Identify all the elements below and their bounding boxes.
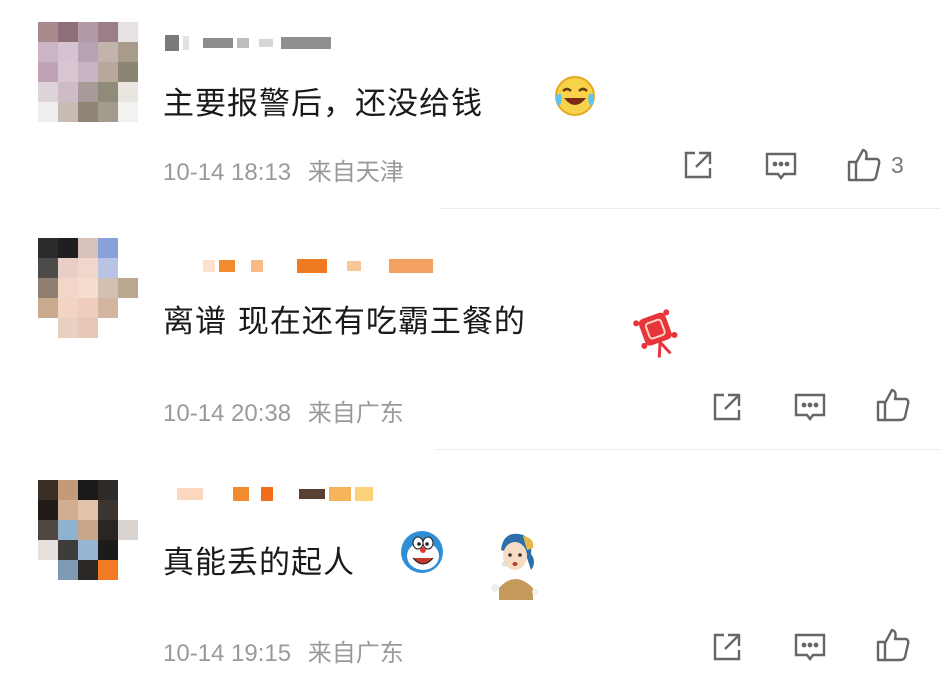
comment-text: 主要报警后，还没给钱 [163,86,483,122]
share-button[interactable] [710,630,744,664]
divider [440,208,940,209]
timestamp: 10-14 20:38 [163,400,292,427]
comment-meta: 10-14 20:38 来自广东 [163,393,404,428]
reply-button[interactable] [792,629,828,665]
comment-icon [765,152,797,180]
reply-button[interactable] [763,148,799,184]
thumbs-up-icon [876,628,910,662]
divider [435,449,940,450]
comment-text: 离谱 现在还有吃霸王餐的 [163,304,526,340]
avatar[interactable] [38,238,138,338]
username[interactable] [165,30,335,56]
comment-icon [794,633,826,661]
thumbs-up-icon [847,148,881,182]
avatar[interactable] [38,22,138,122]
like-button[interactable]: 3 [845,146,904,184]
location: 来自广东 [307,640,404,667]
username[interactable] [165,253,437,279]
comment-item: 主要报警后，还没给钱 10-14 18:13 来自天津 3 [0,0,940,210]
avatar[interactable] [38,480,138,580]
doraemon-emoji [398,528,446,580]
share-icon [684,151,712,179]
location: 来自广东 [307,400,404,427]
comment-icon [794,393,826,421]
comment-meta: 10-14 18:13 来自天津 [163,152,404,187]
laugh-cry-emoji [553,74,597,122]
share-button[interactable] [710,390,744,424]
red-lucky-knot-emoji [628,305,688,365]
username[interactable] [165,481,377,507]
reply-button[interactable] [792,389,828,425]
like-button[interactable] [874,626,920,664]
timestamp: 10-14 18:13 [163,159,292,186]
comment-text: 真能丢的起人 [163,545,355,581]
share-button[interactable] [681,148,715,182]
comment-meta: 10-14 19:15 来自广东 [163,633,404,668]
like-button[interactable] [874,386,920,424]
share-icon [713,393,741,421]
girl-with-pearl-earring-emoji [487,528,543,604]
timestamp: 10-14 19:15 [163,640,292,667]
location: 来自天津 [307,159,404,186]
like-count: 3 [891,151,904,178]
thumbs-up-icon [876,388,910,422]
share-icon [713,633,741,661]
